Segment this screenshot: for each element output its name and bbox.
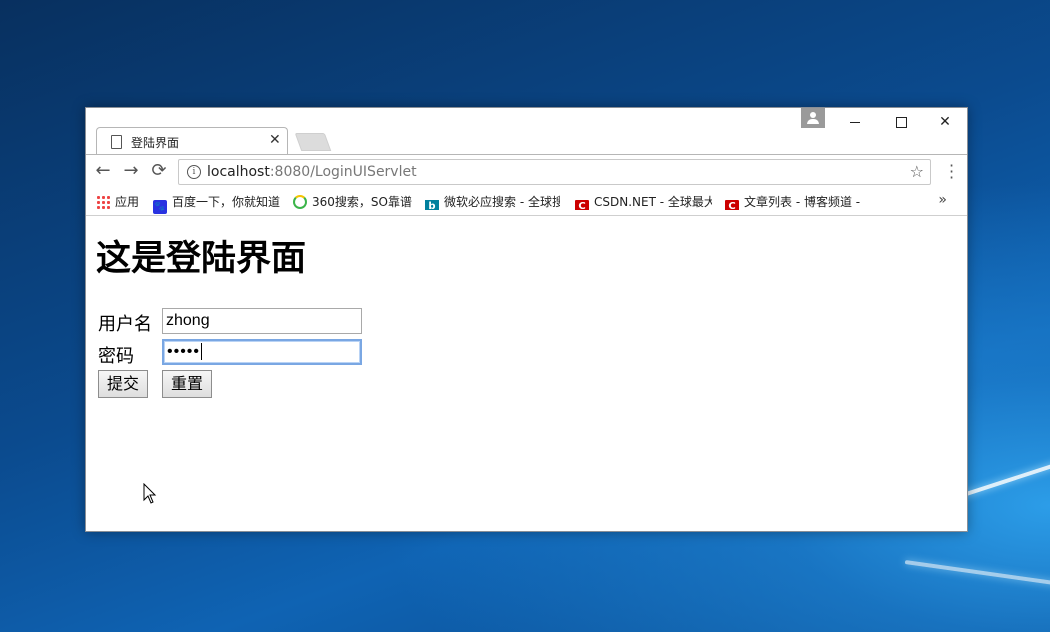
tab-login[interactable]: 登陆界面 ✕ bbox=[96, 127, 288, 156]
minimize-button[interactable] bbox=[832, 108, 878, 136]
new-tab-button[interactable] bbox=[294, 133, 332, 151]
info-icon[interactable]: i bbox=[187, 165, 201, 179]
password-input[interactable]: ••••• bbox=[162, 339, 362, 365]
bookmark-csdn[interactable]: C CSDN.NET - 全球最大 bbox=[575, 194, 712, 210]
submit-button[interactable]: 提交 bbox=[98, 370, 149, 398]
url-text: localhost:8080/LoginUIServlet bbox=[207, 164, 417, 180]
title-bar: 登陆界面 ✕ ✕ bbox=[86, 108, 968, 156]
username-input[interactable] bbox=[162, 308, 362, 334]
bookmarks-overflow-icon[interactable]: » bbox=[938, 192, 947, 208]
page-content: 这是登陆界面 用户名 密码 ••••• 提交 重置 bbox=[86, 216, 967, 531]
360-icon bbox=[293, 195, 307, 209]
bookmark-bing[interactable]: b 微软必应搜索 - 全球搜 bbox=[425, 194, 560, 210]
bookmark-label: 应用 bbox=[115, 195, 140, 209]
username-label: 用户名 bbox=[98, 314, 152, 335]
bookmark-label: 百度一下，你就知道 bbox=[172, 195, 281, 209]
bookmark-label: 文章列表 - 博客频道 - bbox=[744, 195, 861, 209]
bookmark-baidu[interactable]: 🐾 百度一下，你就知道 bbox=[153, 194, 281, 214]
bookmarks-bar: 应用 🐾 百度一下，你就知道 360搜索，SO靠谱 b 微软必应搜索 - 全球搜 C… bbox=[86, 189, 967, 216]
browser-toolbar: ← → ⟳ i localhost:8080/LoginUIServlet ☆ … bbox=[86, 155, 967, 189]
document-icon bbox=[111, 135, 122, 149]
url-path: :8080/LoginUIServlet bbox=[269, 164, 417, 180]
reset-button[interactable]: 重置 bbox=[162, 370, 213, 398]
close-icon: ✕ bbox=[939, 114, 951, 130]
bing-icon: b bbox=[425, 200, 439, 210]
bookmark-label: 微软必应搜索 - 全球搜 bbox=[444, 195, 560, 209]
text-caret bbox=[201, 343, 203, 360]
bookmark-blog[interactable]: C 文章列表 - 博客频道 - bbox=[725, 194, 862, 210]
password-mask: ••••• bbox=[167, 343, 201, 360]
csdn-icon: C bbox=[575, 200, 589, 210]
apps-icon bbox=[96, 195, 110, 209]
maximize-button[interactable] bbox=[878, 108, 924, 136]
reload-icon[interactable]: ⟳ bbox=[148, 160, 170, 182]
maximize-icon bbox=[896, 117, 907, 128]
back-arrow-icon[interactable]: ← bbox=[92, 160, 114, 182]
bookmark-label: CSDN.NET - 全球最大 bbox=[594, 195, 712, 209]
password-label: 密码 bbox=[98, 346, 134, 367]
close-button[interactable]: ✕ bbox=[922, 108, 968, 136]
browser-window: 登陆界面 ✕ ✕ ← → ⟳ i localhost:8080/LoginUIS… bbox=[85, 107, 968, 532]
bookmark-360[interactable]: 360搜索，SO靠谱 bbox=[293, 194, 412, 210]
wallpaper-light-streak bbox=[904, 560, 1050, 587]
url-host: localhost bbox=[207, 164, 270, 180]
mouse-pointer-icon bbox=[143, 483, 157, 504]
tab-close-icon[interactable]: ✕ bbox=[269, 132, 281, 148]
bookmark-label: 360搜索，SO靠谱 bbox=[312, 195, 412, 209]
bookmark-apps[interactable]: 应用 bbox=[96, 194, 139, 210]
minimize-icon bbox=[850, 122, 860, 123]
baidu-icon: 🐾 bbox=[153, 200, 167, 214]
tab-title: 登陆界面 bbox=[131, 136, 180, 150]
bookmark-star-icon[interactable]: ☆ bbox=[910, 162, 924, 181]
address-bar[interactable]: i localhost:8080/LoginUIServlet ☆ bbox=[178, 159, 931, 185]
menu-kebab-icon[interactable]: · · · bbox=[949, 158, 954, 186]
csdn-icon: C bbox=[725, 200, 739, 210]
profile-avatar-icon[interactable] bbox=[801, 108, 825, 128]
forward-arrow-icon[interactable]: → bbox=[120, 160, 142, 182]
page-title: 这是登陆界面 bbox=[96, 239, 307, 279]
